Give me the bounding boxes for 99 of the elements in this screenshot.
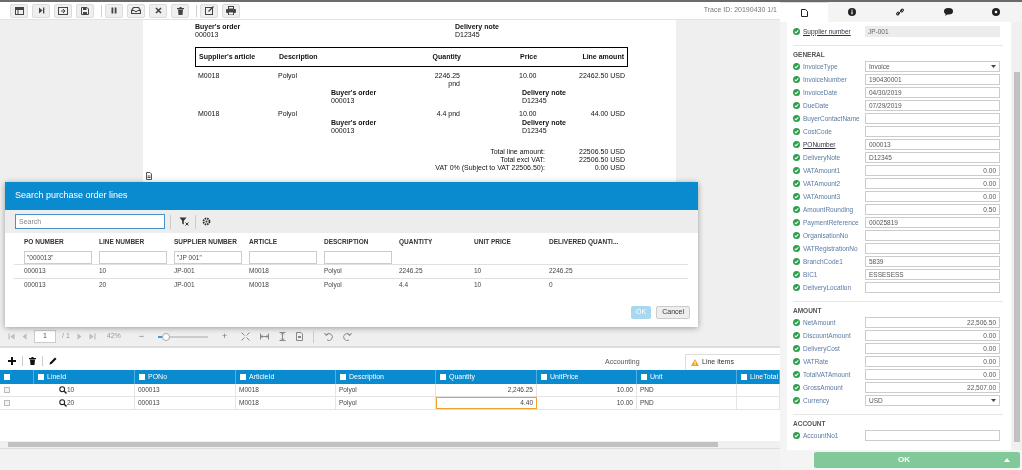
checkbox[interactable] [240, 374, 246, 380]
inbox-button[interactable] [127, 3, 145, 18]
check-icon [793, 89, 800, 96]
trash-icon [176, 6, 184, 15]
export-button[interactable] [54, 3, 72, 18]
edit-icon [204, 6, 214, 15]
document-icon[interactable] [296, 332, 304, 341]
check-icon [793, 271, 800, 278]
first-page-icon[interactable] [8, 333, 15, 340]
checkbox[interactable] [741, 374, 747, 380]
print-icon [226, 6, 236, 15]
check-icon [793, 28, 800, 35]
check-icon [793, 319, 800, 326]
check-icon [793, 371, 800, 378]
trash-icon[interactable] [29, 357, 36, 365]
check-icon [793, 102, 800, 109]
check-icon [793, 432, 800, 439]
next-page-icon[interactable] [75, 333, 83, 340]
save-icon [81, 6, 89, 15]
skip-button[interactable] [32, 3, 50, 18]
input-field[interactable] [865, 230, 1000, 241]
check-icon [793, 245, 800, 252]
link-icon [896, 8, 904, 16]
zoom-slider[interactable] [158, 335, 209, 338]
fit-width-icon[interactable] [260, 333, 270, 340]
add-icon[interactable] [8, 357, 16, 365]
check-icon [793, 332, 800, 339]
pause-icon [111, 7, 117, 14]
filter-field[interactable] [324, 250, 392, 264]
comment-icon [943, 8, 953, 16]
info-icon [848, 8, 856, 16]
pencil-icon[interactable] [49, 357, 57, 365]
horizontal-scrollbar[interactable] [0, 441, 780, 448]
input-field[interactable] [865, 430, 1000, 441]
checkbox[interactable] [641, 374, 647, 380]
layout-button[interactable] [10, 3, 28, 18]
search-icon[interactable] [59, 399, 67, 407]
checkbox[interactable] [440, 374, 446, 380]
checkbox[interactable] [38, 374, 44, 380]
dialog-title: Search purchase order lines [15, 189, 128, 203]
check-icon [793, 141, 800, 148]
check-icon [793, 128, 800, 135]
check-icon [793, 76, 800, 83]
check-icon [793, 358, 800, 365]
zoom-out-button[interactable]: − [138, 329, 145, 344]
inbox-icon [131, 7, 141, 14]
document-icon [800, 8, 808, 17]
close-icon [154, 7, 162, 14]
trash-button[interactable] [171, 3, 189, 18]
print-button[interactable] [222, 3, 240, 18]
check-icon [793, 206, 800, 213]
check-icon [793, 115, 800, 122]
fit-height-icon[interactable] [279, 332, 287, 341]
save-button[interactable] [76, 3, 94, 18]
checkbox[interactable] [541, 374, 547, 380]
check-icon [793, 232, 800, 239]
filter-field[interactable] [99, 250, 167, 264]
caret-icon [991, 65, 996, 68]
fit-page-icon[interactable] [241, 332, 251, 341]
check-icon [793, 154, 800, 161]
button-label: OK [897, 454, 911, 466]
checkbox[interactable] [340, 374, 346, 380]
check-icon [793, 384, 800, 391]
clear-filter-icon[interactable] [179, 217, 189, 226]
check-icon [793, 345, 800, 352]
filter-field[interactable] [249, 250, 317, 264]
check-icon [793, 258, 800, 265]
checkbox[interactable] [4, 374, 10, 380]
close-button[interactable] [149, 3, 167, 18]
check-icon [793, 284, 800, 291]
checkbox[interactable] [139, 374, 145, 380]
previous-page-icon[interactable] [21, 333, 28, 340]
pause-button[interactable] [105, 3, 123, 18]
check-icon [793, 219, 800, 226]
check-icon [793, 167, 800, 174]
check-icon [793, 193, 800, 200]
input-field[interactable] [865, 126, 1000, 137]
warning-icon [691, 359, 699, 366]
input-field[interactable] [865, 113, 1000, 124]
caret-icon [991, 399, 996, 402]
export-icon [58, 6, 68, 15]
check-icon [793, 180, 800, 187]
last-page-icon[interactable] [88, 333, 96, 340]
skip-icon [37, 7, 45, 14]
rotate-right-icon[interactable] [343, 332, 353, 341]
rotate-left-icon[interactable] [324, 332, 334, 341]
caret-icon [1004, 458, 1010, 462]
checkbox[interactable] [4, 400, 10, 406]
check-icon [793, 63, 800, 70]
check-icon [793, 397, 800, 404]
input-field[interactable] [865, 243, 1000, 254]
layout-icon [14, 6, 24, 15]
search-icon[interactable] [59, 386, 67, 394]
zoom-in-button[interactable]: + [222, 329, 228, 344]
vertical-scrollbar[interactable] [1012, 22, 1022, 450]
checkbox[interactable] [4, 387, 10, 393]
edit-button[interactable] [200, 3, 218, 18]
input-field[interactable] [865, 282, 1000, 293]
file-icon [146, 172, 152, 180]
